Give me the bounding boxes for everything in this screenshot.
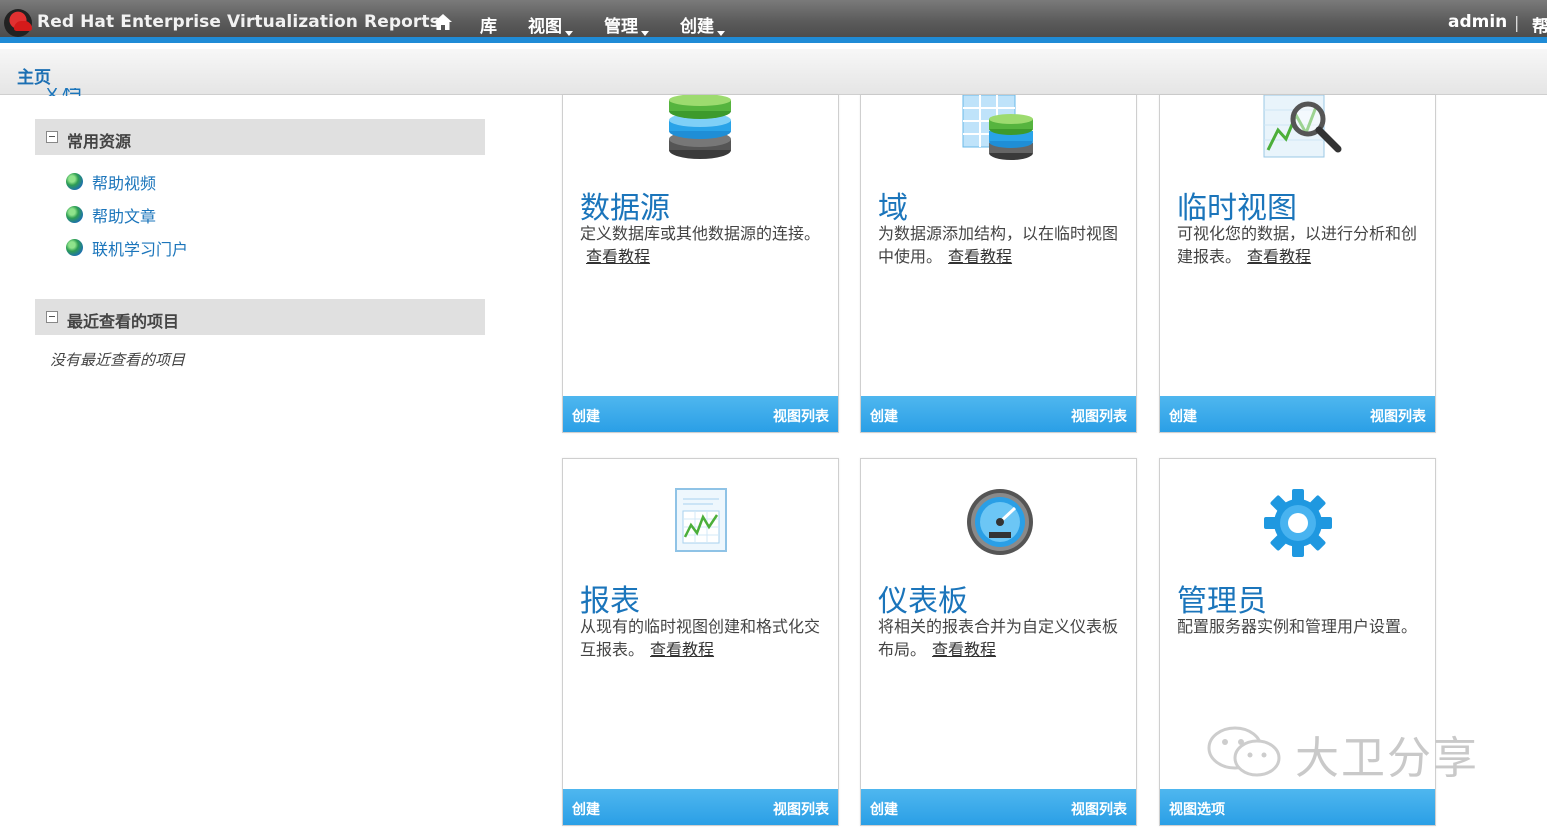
card-action-bar: 创建 视图列表 — [563, 396, 838, 432]
card-action-bar: 创建 视图列表 — [563, 789, 838, 825]
card-domain: 域 为数据源添加结构，以在临时视图中使用。 查看教程 创建 视图列表 — [860, 95, 1137, 433]
card-title: 报表 — [580, 584, 640, 619]
home-icon[interactable] — [433, 13, 453, 31]
card-action-bar: 创建 视图列表 — [1160, 396, 1435, 432]
section-title: 最近查看的项目 — [67, 312, 180, 331]
card-title: 管理员 — [1177, 584, 1267, 619]
tutorial-link[interactable]: 查看教程 — [1247, 247, 1311, 266]
tutorial-link[interactable]: 查看教程 — [932, 640, 996, 659]
no-recent-items-text: 没有最近查看的项目 — [50, 351, 186, 369]
breadcrumb-home[interactable]: 主页 — [17, 63, 51, 88]
tutorial-link[interactable]: 查看教程 — [948, 247, 1012, 266]
create-button[interactable]: 创建 — [1169, 406, 1197, 426]
database-icon — [669, 95, 731, 159]
domain-icon — [962, 95, 1033, 160]
chevron-down-icon — [565, 31, 573, 36]
collapse-icon[interactable] — [46, 311, 58, 323]
globe-icon — [66, 173, 83, 190]
card-data-source: 数据源 定义数据库或其他数据源的连接。查看教程 创建 视图列表 — [562, 95, 839, 433]
gear-icon — [1264, 489, 1332, 557]
card-action-bar: 创建 视图列表 — [861, 789, 1136, 825]
create-button[interactable]: 创建 — [870, 406, 898, 426]
card-dashboard: 仪表板 将相关的报表合并为自定义仪表板布局。 查看教程 创建 视图列表 — [860, 458, 1137, 826]
card-description: 为数据源添加结构，以在临时视图中使用。 查看教程 — [878, 224, 1119, 266]
sidebar-cut-heading: 文档 — [42, 88, 112, 96]
card-description: 将相关的报表合并为自定义仪表板布局。 查看教程 — [878, 617, 1119, 659]
breadcrumb: 主页 — [0, 49, 1547, 95]
card-description: 配置服务器实例和管理用户设置。 — [1177, 617, 1418, 636]
report-icon — [675, 488, 727, 552]
create-button[interactable]: 创建 — [870, 799, 898, 819]
collapse-icon[interactable] — [46, 131, 58, 143]
card-adhoc-view: 临时视图 可视化您的数据，以进行分析和创建报表。 查看教程 创建 视图列表 — [1159, 95, 1436, 433]
top-navigation-bar: Red Hat Enterprise Virtualization Report… — [0, 0, 1547, 43]
card-title: 仪表板 — [878, 584, 968, 619]
nav-create-menu[interactable]: 创建 — [680, 12, 725, 37]
tutorial-link[interactable]: 查看教程 — [586, 247, 650, 266]
card-report: 报表 从现有的临时视图创建和格式化交互报表。 查看教程 创建 视图列表 — [562, 458, 839, 826]
card-action-bar: 创建 视图列表 — [861, 396, 1136, 432]
view-list-button[interactable]: 视图列表 — [773, 406, 829, 426]
card-description: 可视化您的数据，以进行分析和创建报表。 查看教程 — [1177, 224, 1418, 266]
globe-icon — [66, 239, 83, 256]
nav-view-menu[interactable]: 视图 — [528, 12, 573, 37]
card-action-bar: 视图选项 — [1160, 789, 1435, 825]
view-list-button[interactable]: 视图列表 — [773, 799, 829, 819]
section-title: 常用资源 — [67, 132, 132, 151]
tutorial-link[interactable]: 查看教程 — [650, 640, 714, 659]
view-list-button[interactable]: 视图列表 — [1370, 406, 1426, 426]
card-title: 数据源 — [580, 191, 670, 226]
dashboard-icon — [967, 489, 1033, 555]
card-description: 定义数据库或其他数据源的连接。查看教程 — [580, 224, 821, 266]
help-link[interactable]: 帮 — [1532, 12, 1547, 37]
card-description: 从现有的临时视图创建和格式化交互报表。 查看教程 — [580, 617, 821, 659]
create-button[interactable]: 创建 — [572, 799, 600, 819]
recent-items-header[interactable]: 最近查看的项目 — [35, 299, 485, 335]
user-menu[interactable]: admin — [1448, 12, 1507, 32]
header-separator: | — [1514, 13, 1520, 32]
app-title: Red Hat Enterprise Virtualization Report… — [37, 12, 440, 32]
view-options-button[interactable]: 视图选项 — [1169, 799, 1225, 819]
create-button[interactable]: 创建 — [572, 406, 600, 426]
nav-library[interactable]: 库 — [480, 12, 497, 37]
nav-manage-menu[interactable]: 管理 — [604, 12, 649, 37]
card-title: 临时视图 — [1177, 191, 1297, 226]
chevron-down-icon — [717, 31, 725, 36]
adhoc-view-icon — [1263, 95, 1342, 158]
view-list-button[interactable]: 视图列表 — [1071, 406, 1127, 426]
common-resources-header[interactable]: 常用资源 — [35, 119, 485, 155]
wechat-icon — [1207, 726, 1281, 777]
chevron-down-icon — [641, 31, 649, 36]
watermark-text: 大卫分享 — [1295, 733, 1479, 784]
card-title: 域 — [878, 191, 908, 226]
view-list-button[interactable]: 视图列表 — [1071, 799, 1127, 819]
globe-icon — [66, 206, 83, 223]
redhat-logo-icon — [4, 9, 32, 37]
